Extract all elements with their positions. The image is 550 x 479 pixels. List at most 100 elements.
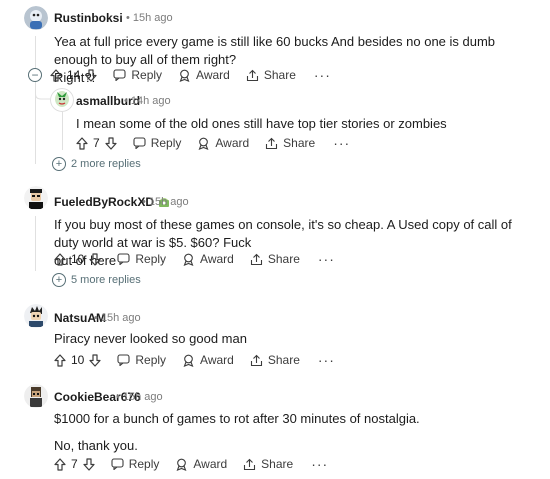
comment-actions: 10 Reply Award Share ··· [54, 250, 335, 268]
share-button[interactable]: Share [250, 353, 300, 367]
award-icon [182, 253, 200, 266]
separator-dot: • [94, 312, 98, 324]
thread-line[interactable] [62, 108, 63, 150]
vote-group: 14 [50, 68, 97, 82]
award-label: Award [196, 68, 230, 82]
time-text: 15h ago [100, 312, 141, 324]
comment-line: Yea at full price every game is still li… [54, 34, 496, 67]
time-text: 15h ago [132, 12, 173, 24]
award-button[interactable]: Award [178, 68, 230, 82]
comment-actions: 7 Reply Award Share ··· [76, 134, 350, 152]
award-button[interactable]: Award [197, 136, 249, 150]
share-label: Share [283, 136, 316, 150]
avatar-icon [50, 88, 74, 112]
reply-label: Reply [131, 68, 163, 82]
upvote-icon[interactable] [50, 68, 62, 82]
vote-count: 10 [71, 353, 85, 367]
more-options-button[interactable]: ··· [318, 252, 335, 266]
avatar-icon [24, 186, 48, 210]
time-text: 15h ago [148, 196, 189, 208]
reply-icon [133, 137, 151, 149]
more-options-button[interactable]: ··· [311, 457, 328, 471]
award-button[interactable]: Award [175, 457, 227, 471]
share-icon [246, 69, 264, 82]
reply-button[interactable]: Reply [111, 457, 160, 471]
award-button[interactable]: Award [182, 252, 234, 266]
reply-button[interactable]: Reply [133, 136, 182, 150]
share-button[interactable]: Share [265, 136, 315, 150]
collapse-thread-button[interactable]: − [28, 68, 42, 82]
comment-author[interactable]: Rustinboksi [54, 11, 123, 25]
comment-actions: 7 Reply Award Share ··· [54, 455, 328, 473]
more-options-button[interactable]: ··· [314, 68, 331, 82]
award-icon [197, 137, 215, 150]
avatar-icon [24, 6, 48, 30]
share-icon [243, 458, 261, 471]
thread-line[interactable] [35, 216, 36, 271]
reply-button[interactable]: Reply [113, 68, 162, 82]
more-replies-link[interactable]: +5 more replies [52, 273, 141, 287]
comment-body: Piracy never looked so good man [54, 330, 524, 348]
plus-icon: + [52, 157, 66, 171]
reply-button[interactable]: Reply [117, 353, 166, 367]
comment-line: If you buy most of these games on consol… [54, 217, 512, 250]
upvote-icon[interactable] [54, 457, 66, 471]
more-options-button[interactable]: ··· [333, 136, 350, 150]
comment-timestamp: • 15h ago [124, 12, 173, 24]
comment-actions: 14 Reply Award Share ··· [50, 66, 331, 84]
share-button[interactable]: Share [243, 457, 293, 471]
more-replies-link[interactable]: +2 more replies [52, 157, 141, 171]
award-icon [178, 69, 196, 82]
share-label: Share [263, 68, 296, 82]
downvote-icon[interactable] [85, 68, 97, 82]
comment-line: I mean some of the old ones still have t… [76, 116, 447, 131]
vote-count: 10 [71, 252, 85, 266]
share-button[interactable]: Share [250, 252, 300, 266]
share-label: Share [261, 457, 294, 471]
avatar[interactable] [50, 88, 74, 112]
share-button[interactable]: Share [246, 68, 296, 82]
upvote-icon[interactable] [54, 353, 66, 367]
share-label: Share [267, 353, 300, 367]
upvote-icon[interactable] [54, 252, 66, 266]
award-label: Award [200, 353, 234, 367]
reply-label: Reply [135, 353, 167, 367]
vote-count: 7 [71, 457, 78, 471]
comment-line: $1000 for a bunch of games to rot after … [54, 411, 420, 426]
comment-timestamp: • 15h ago [114, 391, 163, 403]
time-text: 15h ago [122, 391, 163, 403]
avatar[interactable] [24, 304, 48, 328]
award-icon [182, 354, 200, 367]
reply-label: Reply [128, 457, 160, 471]
reply-label: Reply [135, 252, 167, 266]
upvote-icon[interactable] [76, 136, 88, 150]
downvote-icon[interactable] [83, 457, 95, 471]
share-icon [250, 354, 268, 367]
comment-line: Piracy never looked so good man [54, 331, 247, 346]
downvote-icon[interactable] [89, 252, 101, 266]
downvote-icon[interactable] [105, 136, 117, 150]
avatar[interactable] [24, 6, 48, 30]
avatar[interactable] [24, 384, 48, 408]
separator-dot: • [116, 391, 120, 403]
award-label: Award [215, 136, 250, 150]
reply-button[interactable]: Reply [117, 252, 166, 266]
downvote-icon[interactable] [89, 353, 101, 367]
vote-group: 10 [54, 252, 101, 266]
more-options-button[interactable]: ··· [318, 353, 335, 367]
more-replies-label: 5 more replies [71, 274, 141, 286]
vote-count: 7 [93, 136, 100, 150]
reply-icon [117, 354, 135, 366]
comment-line: No, thank you. [54, 438, 138, 453]
award-button[interactable]: Award [182, 353, 234, 367]
comment-timestamp: • 15h ago [92, 312, 141, 324]
share-icon [265, 137, 283, 150]
separator-dot: • [142, 196, 146, 208]
avatar[interactable] [24, 186, 48, 210]
more-replies-label: 2 more replies [71, 158, 141, 170]
avatar-icon [24, 304, 48, 328]
vote-group: 7 [76, 136, 117, 150]
comment-actions: 10 Reply Award Share ··· [54, 351, 335, 369]
vote-group: 10 [54, 353, 101, 367]
reply-label: Reply [150, 136, 182, 150]
